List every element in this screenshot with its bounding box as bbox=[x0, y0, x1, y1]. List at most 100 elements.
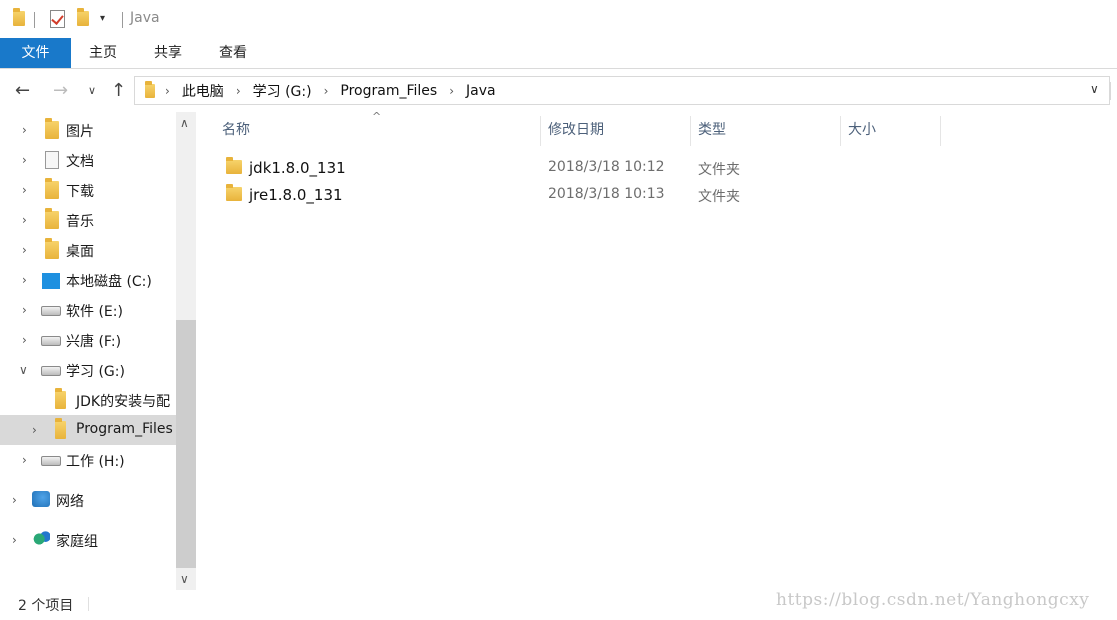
sidebar-item-drive-c[interactable]: › 本地磁盘 (C:) bbox=[0, 265, 176, 295]
column-divider[interactable] bbox=[940, 116, 941, 146]
file-name: jre1.8.0_131 bbox=[249, 186, 343, 204]
tab-view[interactable]: 查看 bbox=[213, 38, 253, 68]
chevron-right-icon[interactable]: › bbox=[449, 84, 454, 98]
properties-icon[interactable] bbox=[50, 10, 65, 28]
chevron-down-icon[interactable]: ∨ bbox=[88, 84, 96, 97]
file-type: 文件夹 bbox=[698, 189, 740, 205]
scroll-down-icon[interactable]: ∨ bbox=[180, 572, 189, 586]
folder-icon bbox=[55, 388, 66, 409]
homegroup-icon bbox=[32, 531, 50, 547]
scroll-up-icon[interactable]: ∧ bbox=[180, 116, 189, 130]
sidebar-item-label: JDK的安装与配 bbox=[76, 394, 171, 410]
breadcrumb-program-files[interactable]: Program_Files bbox=[340, 83, 437, 99]
sidebar-item-homegroup[interactable]: › 家庭组 bbox=[0, 525, 176, 555]
column-divider[interactable] bbox=[540, 116, 541, 146]
chevron-right-icon[interactable]: › bbox=[22, 213, 27, 227]
breadcrumb-this-pc[interactable]: 此电脑 bbox=[182, 81, 224, 101]
chevron-right-icon[interactable]: › bbox=[22, 153, 27, 167]
sidebar-item-jdk-folder[interactable]: JDK的安装与配 bbox=[0, 385, 176, 415]
folder-icon bbox=[13, 8, 25, 26]
address-dropdown-icon[interactable]: ∨ bbox=[1090, 82, 1099, 96]
customize-toolbar-dropdown-icon[interactable]: ▾ bbox=[100, 13, 105, 24]
list-item[interactable]: jre1.8.0_131 2018/3/18 10:13 文件夹 bbox=[218, 182, 778, 209]
desktop-folder-icon bbox=[45, 238, 59, 259]
column-header-date[interactable]: 修改日期 bbox=[548, 116, 688, 146]
tab-home[interactable]: 主页 bbox=[83, 38, 123, 68]
chevron-right-icon[interactable]: › bbox=[165, 84, 170, 98]
documents-folder-icon bbox=[45, 151, 59, 169]
sidebar-item-documents[interactable]: › 文档 bbox=[0, 145, 176, 175]
arrow-right-icon[interactable]: → bbox=[53, 80, 68, 101]
sidebar-item-label: 本地磁盘 (C:) bbox=[66, 274, 152, 290]
network-icon bbox=[32, 491, 50, 507]
chevron-right-icon[interactable]: › bbox=[12, 493, 17, 507]
sidebar-item-pictures[interactable]: › 图片 bbox=[0, 115, 176, 145]
sidebar-item-desktop[interactable]: › 桌面 bbox=[0, 235, 176, 265]
folder-icon bbox=[226, 157, 242, 174]
drive-icon bbox=[41, 306, 61, 316]
refresh-button[interactable] bbox=[1110, 82, 1117, 100]
sidebar-item-label: 桌面 bbox=[66, 244, 94, 260]
column-header-type[interactable]: 类型 bbox=[698, 116, 838, 146]
chevron-right-icon[interactable]: › bbox=[12, 533, 17, 547]
arrow-up-icon[interactable]: ↑ bbox=[111, 80, 126, 101]
chevron-right-icon[interactable]: › bbox=[22, 273, 27, 287]
chevron-right-icon[interactable]: › bbox=[22, 453, 27, 467]
toolbar-divider bbox=[34, 12, 35, 28]
status-divider bbox=[88, 597, 89, 611]
title-bar: ▾ Java bbox=[0, 0, 1117, 38]
sidebar-item-label: 下载 bbox=[66, 184, 94, 200]
sidebar-item-label: 家庭组 bbox=[56, 534, 98, 550]
sidebar-item-drive-g[interactable]: ∨ 学习 (G:) bbox=[0, 355, 176, 385]
chevron-right-icon[interactable]: › bbox=[324, 84, 329, 98]
scrollbar-thumb[interactable] bbox=[176, 320, 196, 568]
chevron-right-icon[interactable]: › bbox=[22, 183, 27, 197]
ribbon-tabs: 文件 主页 共享 查看 bbox=[0, 38, 1117, 69]
chevron-right-icon[interactable]: › bbox=[236, 84, 241, 98]
sidebar-item-label: 工作 (H:) bbox=[66, 454, 125, 470]
sidebar-item-drive-h[interactable]: › 工作 (H:) bbox=[0, 445, 176, 475]
file-name: jdk1.8.0_131 bbox=[249, 159, 346, 177]
tab-file[interactable]: 文件 bbox=[0, 38, 71, 68]
breadcrumb-drive-g[interactable]: 学习 (G:) bbox=[253, 81, 312, 101]
drive-icon bbox=[41, 366, 61, 376]
new-folder-icon[interactable] bbox=[77, 8, 89, 26]
chevron-right-icon[interactable]: › bbox=[22, 243, 27, 257]
window-title: Java bbox=[130, 10, 160, 26]
column-header-size[interactable]: 大小 bbox=[848, 116, 938, 146]
sidebar-item-label: Program_Files bbox=[76, 421, 173, 437]
file-date: 2018/3/18 10:12 bbox=[548, 159, 665, 175]
sidebar-item-program-files[interactable]: › Program_Files bbox=[0, 415, 176, 445]
status-item-count: 2 个项目 bbox=[18, 598, 74, 614]
sidebar-item-label: 学习 (G:) bbox=[66, 364, 125, 380]
watermark-text: https://blog.csdn.net/Yanghongcxy bbox=[776, 590, 1090, 610]
chevron-right-icon[interactable]: › bbox=[22, 123, 27, 137]
list-item[interactable]: jdk1.8.0_131 2018/3/18 10:12 文件夹 bbox=[218, 155, 778, 182]
pictures-folder-icon bbox=[45, 118, 59, 139]
sidebar-item-music[interactable]: › 音乐 bbox=[0, 205, 176, 235]
chevron-right-icon[interactable]: › bbox=[32, 423, 37, 437]
chevron-right-icon[interactable]: › bbox=[22, 303, 27, 317]
tab-share[interactable]: 共享 bbox=[148, 38, 188, 68]
sidebar-item-network[interactable]: › 网络 bbox=[0, 485, 176, 515]
folder-icon bbox=[145, 81, 155, 98]
folder-icon bbox=[55, 418, 66, 439]
column-divider[interactable] bbox=[840, 116, 841, 146]
folder-icon bbox=[226, 184, 242, 201]
sidebar-item-downloads[interactable]: › 下载 bbox=[0, 175, 176, 205]
chevron-down-icon[interactable]: ∨ bbox=[19, 363, 28, 377]
sidebar-item-label: 兴唐 (F:) bbox=[66, 334, 122, 350]
arrow-left-icon[interactable]: ← bbox=[15, 80, 30, 101]
drive-icon bbox=[41, 336, 61, 346]
column-divider[interactable] bbox=[690, 116, 691, 146]
sidebar-item-label: 网络 bbox=[56, 494, 84, 510]
sidebar-item-drive-f[interactable]: › 兴唐 (F:) bbox=[0, 325, 176, 355]
navigation-pane: › 图片 › 文档 › 下载 › 音乐 › 桌面 › 本地磁盘 (C:) › 软… bbox=[0, 112, 197, 590]
chevron-right-icon[interactable]: › bbox=[22, 333, 27, 347]
column-header-name[interactable]: 名称 bbox=[222, 116, 537, 146]
file-date: 2018/3/18 10:13 bbox=[548, 186, 665, 202]
sidebar-item-label: 软件 (E:) bbox=[66, 304, 123, 320]
sidebar-item-drive-e[interactable]: › 软件 (E:) bbox=[0, 295, 176, 325]
breadcrumb-java[interactable]: Java bbox=[466, 83, 496, 99]
music-folder-icon bbox=[45, 208, 59, 229]
